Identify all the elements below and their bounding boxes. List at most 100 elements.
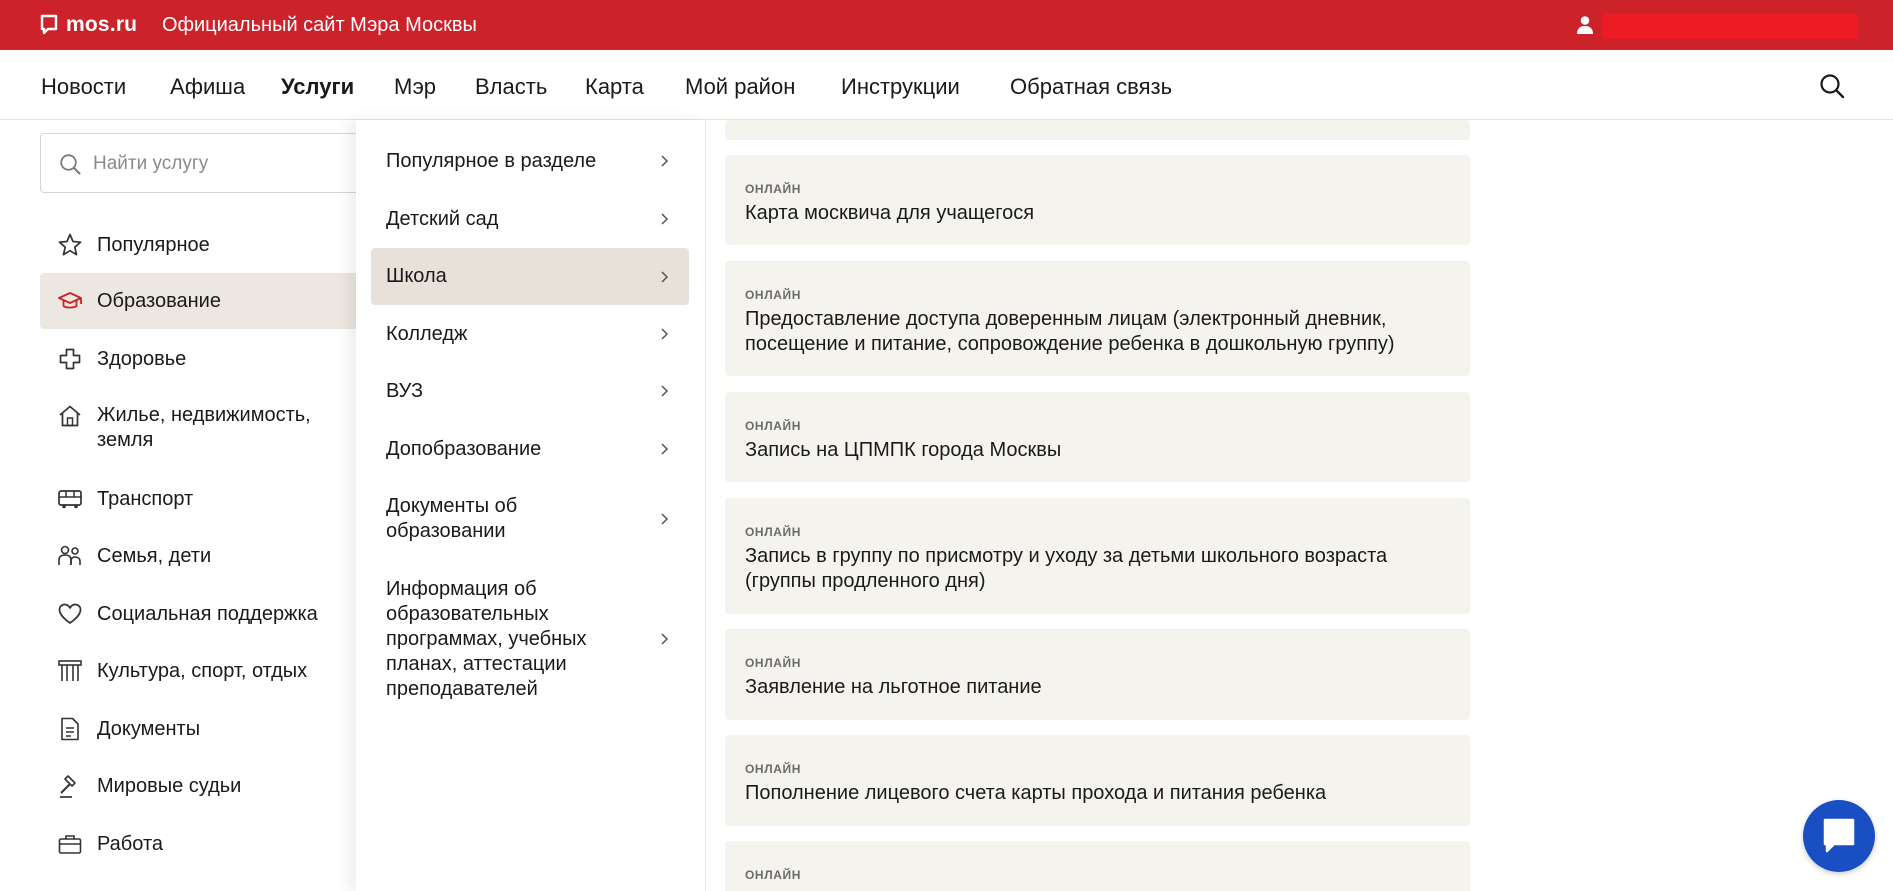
online-badge: ОНЛАЙН <box>745 419 801 433</box>
subcategory-label: Документы об образовании <box>386 495 518 542</box>
category-work[interactable]: Работа <box>40 816 360 872</box>
subcategory-label: Информация об образовательных программах… <box>386 577 587 700</box>
category-label: Документы <box>97 717 201 740</box>
subcategory-label: Популярное в разделе <box>386 149 597 172</box>
category-label: Культура, спорт, отдых <box>97 659 308 682</box>
online-badge: ОНЛАЙН <box>745 656 801 670</box>
search-input[interactable] <box>91 148 365 180</box>
search-icon <box>60 154 81 175</box>
chat-button[interactable] <box>1803 800 1875 872</box>
category-label: Здоровье <box>97 347 187 370</box>
nav-feedback[interactable]: Обратная связь <box>1010 74 1172 100</box>
category-transport[interactable]: Транспорт <box>40 471 360 527</box>
user-icon[interactable] <box>1576 15 1594 35</box>
service-title: Пополнение лицевого счета карты прохода … <box>745 782 1327 804</box>
chevron-right-icon <box>661 328 669 340</box>
chevron-right-icon <box>661 213 669 225</box>
chevron-right-icon <box>661 633 669 645</box>
chevron-right-icon <box>661 385 669 397</box>
service-title: Заявление на льготное питание <box>745 676 1042 698</box>
category-documents[interactable]: Документы <box>40 701 360 757</box>
nav-services[interactable]: Услуги <box>281 74 354 100</box>
user-name[interactable] <box>1602 13 1858 39</box>
subcategory-school[interactable]: Школа <box>371 248 689 305</box>
category-label: Образование <box>97 289 221 312</box>
bus-icon <box>58 490 82 509</box>
online-badge: ОНЛАЙН <box>745 868 801 882</box>
service-card[interactable]: ОНЛАЙН Предоставление доступа доверенным… <box>725 261 1470 376</box>
service-card[interactable] <box>725 120 1470 140</box>
category-social-support[interactable]: Социальная поддержка <box>40 586 360 642</box>
category-popular[interactable]: Популярное <box>40 217 360 273</box>
subcategory-university[interactable]: ВУЗ <box>371 363 689 419</box>
search-icon[interactable] <box>1819 73 1845 99</box>
service-card[interactable]: ОНЛАЙН <box>725 841 1470 891</box>
category-label: Мировые судьи <box>97 774 242 797</box>
subcategory-education-documents[interactable]: Документы об образовании <box>371 490 689 548</box>
family-icon <box>58 545 81 565</box>
category-label: Транспорт <box>97 487 194 510</box>
category-housing[interactable]: Жилье, недвижимость, земля <box>40 403 360 459</box>
document-icon <box>61 717 79 741</box>
category-health[interactable]: Здоровье <box>40 331 360 387</box>
nav-government[interactable]: Власть <box>475 74 547 100</box>
nav-instructions[interactable]: Инструкции <box>841 74 960 100</box>
category-label: Жилье, недвижимость, земля <box>97 404 311 451</box>
logo-icon <box>40 14 58 35</box>
subcategory-label: Колледж <box>386 322 468 345</box>
subcategory-kindergarten[interactable]: Детский сад <box>371 191 689 247</box>
category-label: Работа <box>97 832 163 855</box>
site-logo[interactable]: mos.ru <box>40 13 137 37</box>
logo-text: mos.ru <box>66 13 138 36</box>
category-label: Семья, дети <box>97 544 212 567</box>
chevron-right-icon <box>661 443 669 455</box>
subcategory-label: Школа <box>386 265 447 287</box>
service-card[interactable]: ОНЛАЙН Пополнение лицевого счета карты п… <box>725 735 1470 826</box>
chat-icon <box>1823 818 1855 853</box>
main-nav: Новости Афиша Услуги Мэр Власть Карта Мо… <box>0 50 1893 120</box>
online-badge: ОНЛАЙН <box>745 762 801 776</box>
subcategory-label: Детский сад <box>386 207 499 230</box>
subcategory-popular-in-section[interactable]: Популярное в разделе <box>371 133 689 189</box>
category-education[interactable]: Образование <box>40 273 360 329</box>
service-title: Карта москвича для учащегося <box>745 202 1035 224</box>
subcategory-college[interactable]: Колледж <box>371 306 689 362</box>
nav-my-district[interactable]: Мой район <box>685 74 795 100</box>
home-icon <box>59 405 81 427</box>
service-card[interactable]: ОНЛАЙН Запись на ЦПМПК города Москвы <box>725 392 1470 482</box>
service-card[interactable]: ОНЛАЙН Карта москвича для учащегося <box>725 155 1470 245</box>
online-badge: ОНЛАЙН <box>745 288 801 302</box>
subcategory-additional-education[interactable]: Допобразование <box>371 421 689 477</box>
category-family[interactable]: Семья, дети <box>40 528 360 584</box>
graduation-cap-icon <box>58 292 82 309</box>
chevron-right-icon <box>661 155 669 167</box>
heart-icon <box>58 603 82 624</box>
subcategory-label: ВУЗ <box>386 379 424 402</box>
subcategory-label: Допобразование <box>386 437 542 460</box>
category-label: Социальная поддержка <box>97 602 318 625</box>
nav-map[interactable]: Карта <box>585 74 644 100</box>
service-title: Запись на ЦПМПК города Москвы <box>745 439 1062 461</box>
category-culture[interactable]: Культура, спорт, отдых <box>40 643 360 699</box>
service-title: Запись в группу по присмотру и уходу за … <box>745 545 1388 592</box>
nav-afisha[interactable]: Афиша <box>170 74 245 100</box>
nav-mayor[interactable]: Мэр <box>394 74 436 100</box>
online-badge: ОНЛАЙН <box>745 182 801 196</box>
service-title: Предоставление доступа доверенным лицам … <box>745 308 1395 355</box>
star-icon <box>58 233 82 256</box>
online-badge: ОНЛАЙН <box>745 525 801 539</box>
service-card[interactable]: ОНЛАЙН Запись в группу по присмотру и ух… <box>725 498 1470 614</box>
site-title[interactable]: Официальный сайт Мэра Москвы <box>162 14 477 37</box>
top-bar: mos.ru Официальный сайт Мэра Москвы <box>0 0 1893 50</box>
briefcase-icon <box>58 835 82 854</box>
chevron-right-icon <box>661 513 669 525</box>
category-label: Популярное <box>97 233 210 256</box>
service-search <box>40 133 370 193</box>
gavel-icon <box>60 775 76 798</box>
service-card[interactable]: ОНЛАЙН Заявление на льготное питание <box>725 629 1470 720</box>
nav-news[interactable]: Новости <box>41 74 126 100</box>
medical-cross-icon <box>59 348 81 370</box>
subcategory-program-info[interactable]: Информация об образовательных программах… <box>371 576 689 702</box>
category-judges[interactable]: Мировые судьи <box>40 758 360 814</box>
theater-icon <box>58 660 82 681</box>
